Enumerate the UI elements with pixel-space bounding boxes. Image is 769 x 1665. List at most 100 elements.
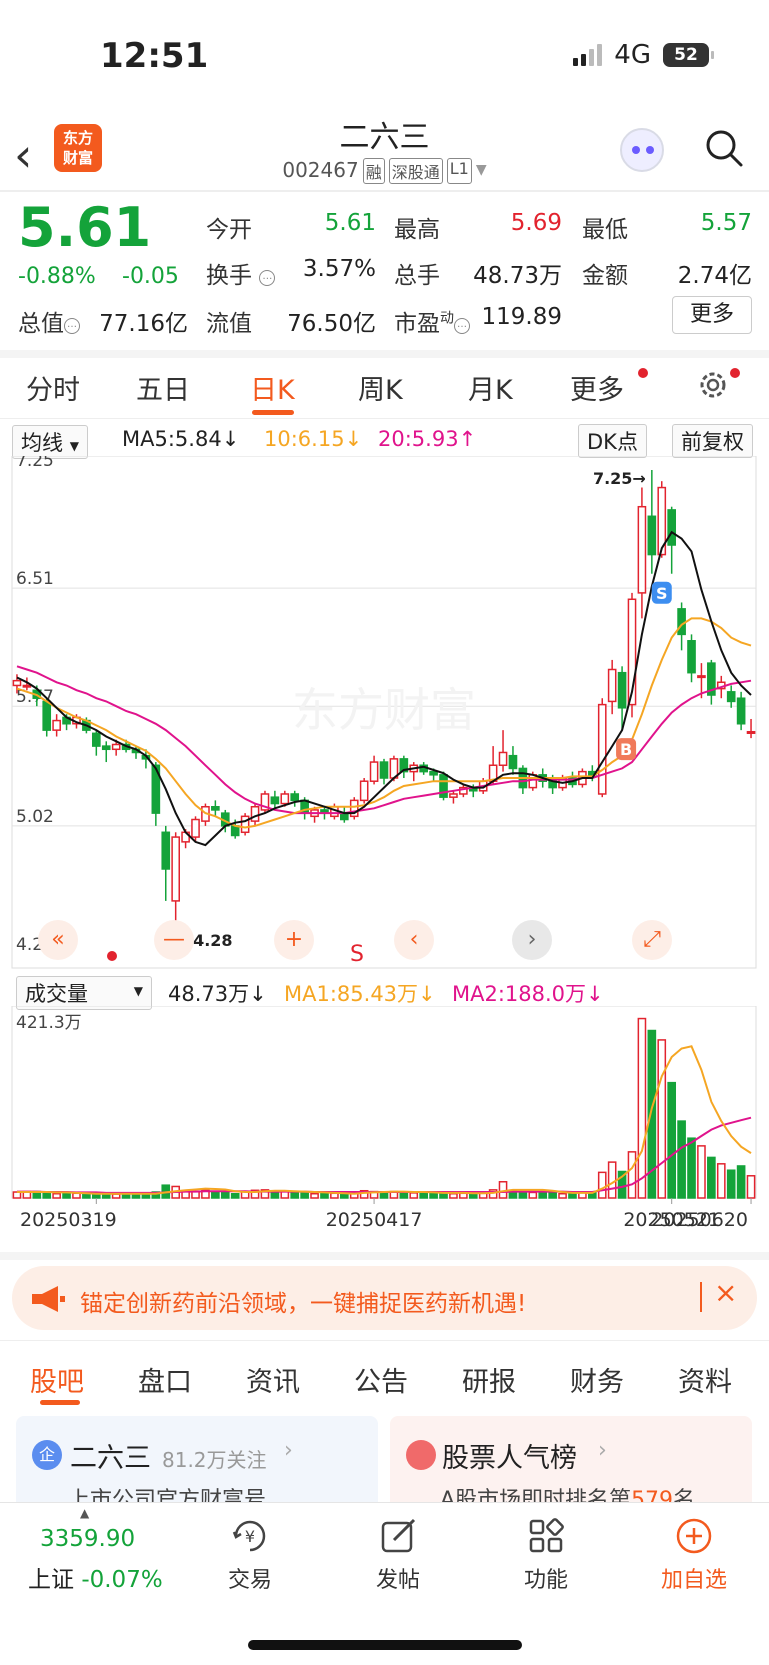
volume-bar xyxy=(439,1192,448,1199)
candle xyxy=(528,774,538,789)
add-watchlist-button[interactable]: 加自选 xyxy=(648,1562,740,1594)
volume-bar xyxy=(330,1192,339,1199)
banner-divider xyxy=(700,1282,702,1312)
candle xyxy=(667,509,677,546)
stock-code: 002467 xyxy=(282,158,359,182)
zoom-out-button[interactable]: — xyxy=(154,920,194,960)
candle xyxy=(270,796,280,805)
adjust-button[interactable]: 前复权 xyxy=(672,424,753,458)
ma5-legend: MA5:5.84↓ xyxy=(122,427,240,451)
svg-text:¥: ¥ xyxy=(245,1527,255,1546)
volume-bar xyxy=(558,1192,567,1199)
candle xyxy=(449,793,458,798)
robot-assistant-icon[interactable] xyxy=(620,128,664,172)
tab-weekly-k[interactable]: 周K xyxy=(358,368,403,407)
candle xyxy=(211,805,220,811)
volume-bar xyxy=(667,1081,677,1199)
candle xyxy=(161,831,171,870)
home-indicator[interactable] xyxy=(248,1640,522,1650)
vol-ma2-legend: MA2:188.0万↓ xyxy=(452,982,604,1006)
scroll-left-button[interactable]: ‹ xyxy=(394,920,434,960)
chevron-down-icon: ▼ xyxy=(475,162,487,178)
scroll-right-button[interactable]: › xyxy=(512,920,552,960)
volume-bar xyxy=(62,1192,71,1199)
tab-profile[interactable]: 资料 xyxy=(678,1360,732,1399)
volume-bar xyxy=(607,1161,617,1199)
settings-gear-icon[interactable] xyxy=(696,368,730,402)
volume-bar xyxy=(468,1192,478,1199)
trade-button[interactable]: 交易 xyxy=(210,1562,290,1594)
tab-news[interactable]: 资讯 xyxy=(246,1360,300,1399)
volume-bar xyxy=(687,1137,696,1199)
ranking-icon xyxy=(406,1440,436,1470)
chevron-right-icon: › xyxy=(598,1438,607,1463)
amount-value: 2.74亿 xyxy=(677,263,752,289)
compose-icon[interactable] xyxy=(378,1516,418,1556)
ma-indicator-select[interactable]: 均线 ▼ xyxy=(12,425,88,459)
tab-pankou[interactable]: 盘口 xyxy=(138,1360,192,1399)
close-icon[interactable]: × xyxy=(714,1276,737,1309)
last-price: 5.61 xyxy=(18,196,152,259)
sell-signal-label: S xyxy=(656,584,668,603)
candle xyxy=(736,697,746,725)
volume-bar xyxy=(597,1171,607,1199)
candle xyxy=(111,743,121,751)
notification-dot xyxy=(730,368,740,378)
post-button[interactable]: 发帖 xyxy=(358,1562,438,1594)
mktcap-value: 77.16亿 xyxy=(99,311,188,337)
search-icon[interactable] xyxy=(704,128,744,168)
more-quote-button[interactable]: 更多 xyxy=(672,296,752,334)
volume-bar xyxy=(211,1191,220,1199)
index-line[interactable]: 上证 -0.07% xyxy=(28,1560,163,1594)
candle xyxy=(429,770,438,776)
grid-function-icon[interactable] xyxy=(526,1516,566,1556)
signal-s-marker: S xyxy=(350,942,364,967)
add-watchlist-icon[interactable] xyxy=(674,1516,714,1556)
volume-bar xyxy=(310,1192,319,1199)
trade-yen-icon[interactable]: ¥ xyxy=(230,1516,270,1556)
fullscreen-button[interactable]: ⤢ xyxy=(632,920,672,960)
candle xyxy=(359,780,369,802)
tab-monthly-k[interactable]: 月K xyxy=(468,368,513,407)
x-tick-label: 20250620 xyxy=(651,1209,748,1231)
tab-research[interactable]: 研报 xyxy=(462,1360,516,1399)
candle xyxy=(637,505,647,594)
volume-indicator-select[interactable]: 成交量 ▼ xyxy=(16,976,152,1010)
open-value: 5.61 xyxy=(324,210,376,236)
zoom-out-far-button[interactable]: « xyxy=(38,920,78,960)
volume-chart[interactable]: 421.3万20250319 20250417 2025052120250620 xyxy=(0,1006,769,1252)
tab-more[interactable]: 更多 xyxy=(570,368,624,407)
dk-point-button[interactable]: DK点 xyxy=(578,424,647,458)
tab-guba[interactable]: 股吧 xyxy=(30,1360,84,1399)
status-time: 12:51 xyxy=(100,36,209,76)
candle xyxy=(171,836,181,902)
volume-bar xyxy=(637,1017,647,1199)
volume-bar xyxy=(409,1192,419,1199)
change-percent: -0.88% xyxy=(18,264,96,289)
volume-bar xyxy=(419,1192,429,1199)
tab-intraday[interactable]: 分时 xyxy=(26,368,80,407)
max-price-label: 7.25→ xyxy=(593,469,646,488)
volume-bar xyxy=(707,1156,716,1199)
tab-daily-k[interactable]: 日K xyxy=(250,368,295,407)
candle xyxy=(597,703,607,795)
card-right-sub: A股市场即时排名第579名 xyxy=(440,1488,696,1502)
info-icon: … xyxy=(259,270,276,286)
volume-bar xyxy=(230,1192,240,1199)
tab-five-day[interactable]: 五日 xyxy=(136,368,190,407)
chevron-right-icon: › xyxy=(284,1438,293,1463)
high-label: 最高 xyxy=(394,217,440,243)
tab-announcements[interactable]: 公告 xyxy=(354,1360,408,1399)
ma20-legend: 20:5.93↑ xyxy=(378,427,477,451)
function-button[interactable]: 功能 xyxy=(506,1562,586,1594)
zoom-in-button[interactable]: + xyxy=(274,920,314,960)
pe-value: 119.89 xyxy=(481,304,562,330)
candle xyxy=(22,684,32,688)
index-value[interactable]: 3359.90 xyxy=(40,1526,135,1552)
candlestick-chart[interactable]: 7.256.515.775.024.28东方财富7.25→←4.28SB xyxy=(0,456,769,976)
tab-finance[interactable]: 财务 xyxy=(570,1360,624,1399)
float-label: 流值 xyxy=(206,311,252,337)
candle xyxy=(191,818,200,838)
volume-bar xyxy=(538,1191,548,1199)
battery-icon: 52 xyxy=(663,43,714,67)
